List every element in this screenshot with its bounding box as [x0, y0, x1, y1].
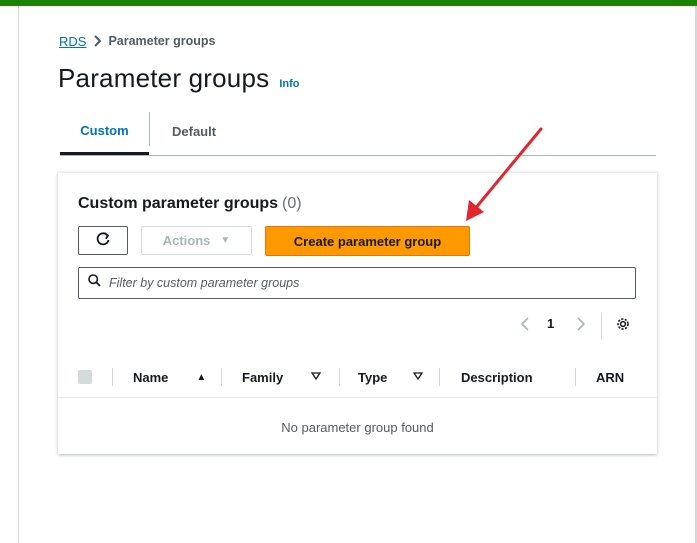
sort-unsorted-icon	[310, 371, 322, 383]
panel-title-text: Custom parameter groups	[78, 195, 279, 212]
sort-unsorted-icon	[413, 371, 424, 383]
page-title: Parameter groups	[58, 63, 270, 93]
column-separator	[221, 368, 222, 386]
actions-label: Actions	[162, 233, 211, 248]
panel-title: Custom parameter groups (0)	[78, 195, 302, 213]
breadcrumb-rds-link[interactable]: RDS	[59, 34, 86, 49]
refresh-icon	[95, 231, 111, 250]
column-separator	[439, 368, 440, 386]
column-header-description[interactable]: Description	[461, 356, 533, 398]
create-parameter-group-button[interactable]: Create parameter group	[265, 226, 470, 256]
filter-input[interactable]	[109, 276, 609, 290]
page-header: Parameter groups Info	[58, 63, 299, 94]
search-icon	[88, 274, 101, 292]
column-separator	[575, 368, 576, 386]
tab-default[interactable]: Default	[172, 108, 216, 154]
table-header: Name ▲ Family Type Description ARN	[58, 356, 657, 398]
column-header-arn[interactable]: ARN	[596, 356, 624, 398]
top-accent-bar	[0, 0, 697, 6]
chevron-right-icon	[86, 35, 108, 47]
custom-parameter-groups-panel: Custom parameter groups (0) Actions ▼ Cre…	[58, 172, 657, 454]
filter-field[interactable]	[78, 267, 636, 299]
info-link[interactable]: Info	[279, 78, 299, 90]
tab-bar: Custom Default	[60, 108, 656, 156]
tab-custom[interactable]: Custom	[60, 108, 149, 155]
column-label-family: Family	[242, 369, 284, 385]
column-header-type[interactable]: Type	[358, 356, 424, 398]
column-header-name[interactable]: Name ▲	[133, 356, 206, 398]
sort-ascending-icon: ▲	[196, 371, 207, 383]
empty-state-message: No parameter group found	[281, 419, 434, 435]
pager-divider	[601, 313, 602, 339]
previous-page-button[interactable]	[520, 315, 530, 337]
column-separator	[112, 368, 113, 386]
actions-dropdown-button[interactable]: Actions ▼	[141, 226, 252, 255]
current-page-number[interactable]: 1	[547, 316, 554, 331]
column-label-type: Type	[358, 369, 388, 385]
caret-down-icon: ▼	[220, 235, 231, 246]
chevron-right-icon	[576, 316, 586, 336]
left-border	[18, 6, 19, 543]
gear-icon	[615, 316, 631, 337]
breadcrumb: RDS Parameter groups	[59, 33, 215, 49]
column-separator	[339, 368, 340, 386]
panel-count: (0)	[282, 195, 302, 212]
preferences-button[interactable]	[615, 315, 631, 337]
column-label-name: Name	[133, 369, 169, 385]
refresh-button[interactable]	[78, 226, 128, 255]
chevron-left-icon	[520, 316, 530, 336]
breadcrumb-current: Parameter groups	[108, 34, 216, 48]
next-page-button[interactable]	[576, 315, 586, 337]
column-header-family[interactable]: Family	[242, 356, 322, 398]
rds-console-frame: RDS Parameter groups Parameter groups In…	[0, 0, 697, 543]
tab-divider	[149, 112, 150, 146]
select-all-checkbox[interactable]	[78, 370, 92, 384]
